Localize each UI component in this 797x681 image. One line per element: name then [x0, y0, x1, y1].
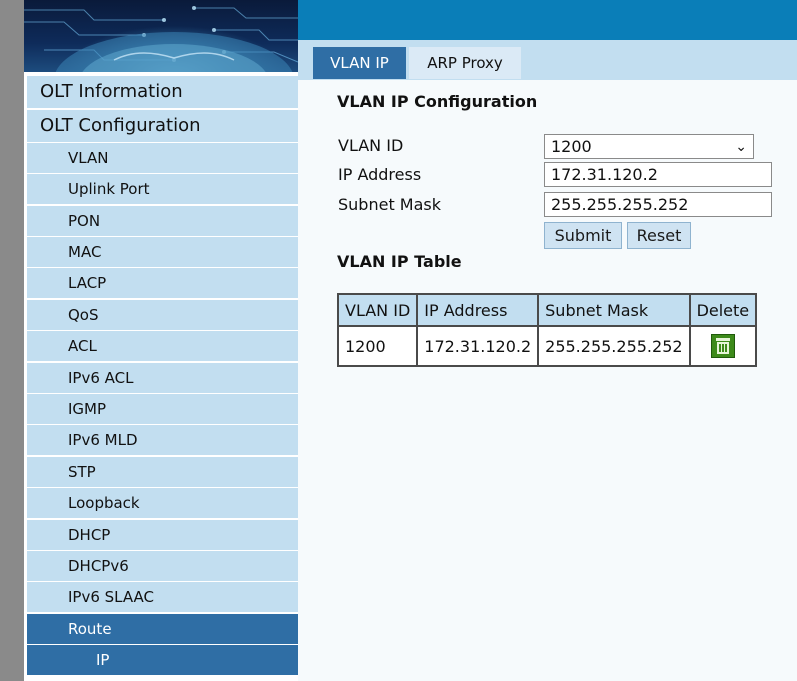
vlan-id-selected-value: 1200: [551, 137, 592, 156]
sidebar-item-mac[interactable]: MAC: [27, 237, 298, 267]
cell-subnet-mask: 255.255.255.252: [537, 325, 691, 367]
submit-button[interactable]: Submit: [544, 222, 622, 249]
sidebar-item-qos[interactable]: QoS: [27, 300, 298, 330]
sidebar-item-ipv6-slaac[interactable]: IPv6 SLAAC: [27, 582, 298, 612]
top-header-bar: [298, 0, 797, 40]
table-section-title: VLAN IP Table: [337, 252, 462, 271]
cell-delete: [688, 325, 758, 367]
vlan-ip-table: VLAN ID IP Address Subnet Mask Delete 12…: [336, 293, 758, 367]
column-header-subnet-mask: Subnet Mask: [537, 293, 691, 327]
cell-vlan-id: 1200: [336, 325, 419, 367]
vlan-id-label: VLAN ID: [338, 136, 404, 155]
vlan-id-select[interactable]: 1200 ⌄: [544, 134, 754, 159]
sidebar-item-lacp[interactable]: LACP: [27, 268, 298, 298]
sidebar-item-dhcp[interactable]: DHCP: [27, 520, 298, 550]
ip-address-label: IP Address: [338, 165, 422, 184]
table-header-row: VLAN ID IP Address Subnet Mask Delete: [336, 293, 758, 327]
tab-arp-proxy[interactable]: ARP Proxy: [409, 47, 521, 79]
chevron-down-icon: ⌄: [735, 139, 747, 155]
sidebar-item-pon[interactable]: PON: [27, 206, 298, 236]
subnet-mask-input[interactable]: [544, 192, 772, 217]
sidebar-menu: OLT Information OLT Configuration VLAN U…: [24, 74, 298, 681]
sidebar-item-ipv6-mld[interactable]: IPv6 MLD: [27, 425, 298, 455]
config-section-title: VLAN IP Configuration: [337, 92, 538, 111]
reset-button[interactable]: Reset: [627, 222, 691, 249]
banner-graphic: [24, 6, 298, 72]
sidebar-item-dhcpv6[interactable]: DHCPv6: [27, 551, 298, 581]
sidebar-item-loopback[interactable]: Loopback: [27, 488, 298, 518]
column-header-delete: Delete: [688, 293, 758, 327]
sidebar-item-olt-information[interactable]: OLT Information: [27, 76, 298, 108]
sidebar-item-route[interactable]: Route: [27, 614, 298, 644]
left-gutter: [0, 0, 24, 681]
sidebar-item-igmp[interactable]: IGMP: [27, 394, 298, 424]
subnet-mask-label: Subnet Mask: [338, 195, 442, 214]
sidebar-item-acl[interactable]: ACL: [27, 331, 298, 361]
tab-vlan-ip[interactable]: VLAN IP: [313, 47, 406, 79]
header-banner-globe: [24, 0, 298, 72]
column-header-vlan-id: VLAN ID: [336, 293, 419, 327]
sidebar-item-ipv6-acl[interactable]: IPv6 ACL: [27, 363, 298, 393]
sidebar-item-olt-configuration[interactable]: OLT Configuration: [27, 110, 298, 142]
sidebar-item-ip[interactable]: IP: [27, 645, 298, 675]
sidebar-item-vlan[interactable]: VLAN: [27, 143, 298, 173]
trash-icon[interactable]: [710, 334, 735, 358]
column-header-ip-address: IP Address: [416, 293, 540, 327]
sidebar-item-stp[interactable]: STP: [27, 457, 298, 487]
ip-address-input[interactable]: [544, 162, 772, 187]
cell-ip-address: 172.31.120.2: [416, 325, 540, 367]
sidebar-item-uplink-port[interactable]: Uplink Port: [27, 174, 298, 204]
table-row: 1200 172.31.120.2 255.255.255.252: [336, 325, 758, 367]
